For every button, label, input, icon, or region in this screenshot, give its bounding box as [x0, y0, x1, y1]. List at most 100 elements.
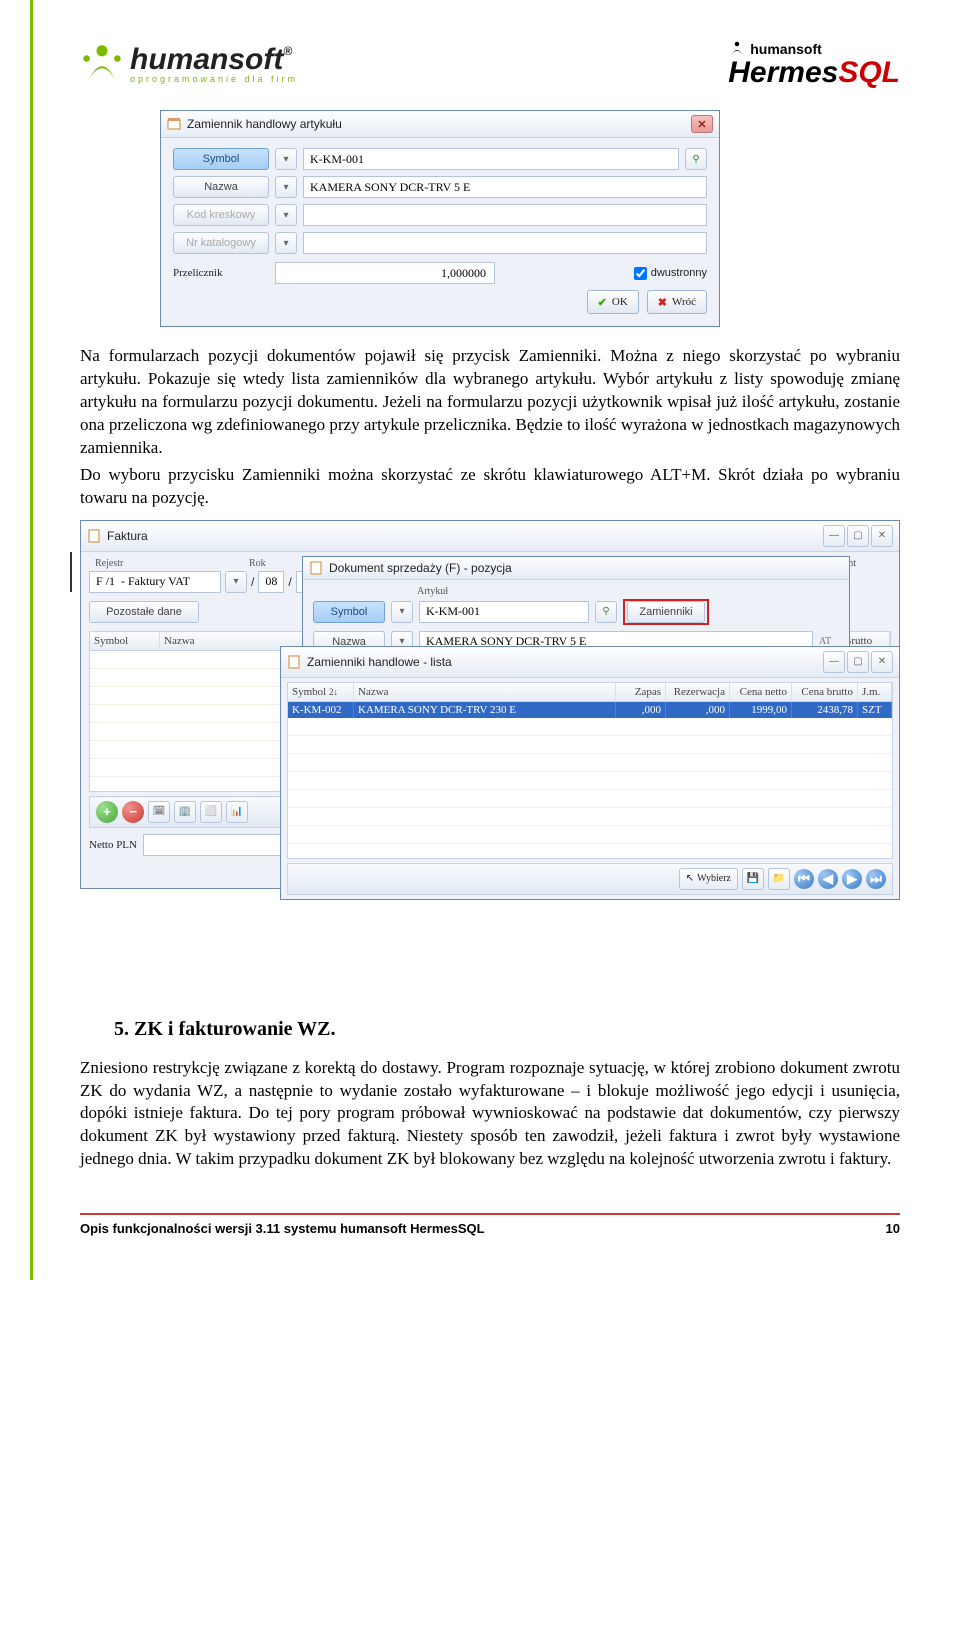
minimize-button[interactable]: — [823, 525, 845, 547]
remove-icon[interactable]: − [122, 801, 144, 823]
add-icon[interactable]: + [96, 801, 118, 823]
paragraph-2: Do wyboru przycisku Zamienniki można sko… [80, 464, 900, 510]
humansoft-logo: humansoft® oprogramowanie dla firm [80, 42, 298, 86]
screenshot-composite: Faktura — ▢ ✕ Rejestr Rok Numer Data Kli… [80, 516, 900, 976]
folder-icon[interactable]: 📁 [768, 868, 790, 890]
col-zapas[interactable]: Zapas [616, 683, 666, 701]
col-jm[interactable]: J.m. [858, 683, 892, 701]
dropdown-button[interactable]: ▾ [275, 176, 297, 198]
symbol-label-button[interactable]: Symbol [173, 148, 269, 170]
kod-field[interactable] [303, 204, 707, 226]
check-icon: ✔ [598, 296, 607, 309]
sort-icon: 2↓ [329, 687, 338, 697]
lookup-icon[interactable]: ⚲ [595, 601, 617, 623]
nav-next-icon[interactable]: ▶ [842, 869, 862, 889]
col-cena-netto[interactable]: Cena netto [730, 683, 792, 701]
lista-title: Zamienniki handlowe - lista [307, 655, 817, 669]
kod-label-button[interactable]: Kod kreskowy [173, 204, 269, 226]
cell-cn: 1999,00 [730, 702, 792, 718]
tool-icon[interactable]: 📊 [226, 801, 248, 823]
rok-field[interactable] [258, 571, 284, 593]
przelicznik-field[interactable] [275, 262, 495, 284]
cursor-icon: ↖ [686, 873, 694, 884]
zamiennik-dialog: Zamiennik handlowy artykułu ✕ Symbol ▾ ⚲… [160, 110, 720, 327]
section-5-body: Zniesiono restrykcję związane z korektą … [80, 1057, 900, 1172]
dialog-title: Zamiennik handlowy artykułu [187, 117, 685, 131]
symbol-label-button[interactable]: Symbol [313, 601, 385, 623]
dropdown-button[interactable]: ▾ [275, 148, 297, 170]
person-icon [80, 42, 124, 86]
nav-prev-icon[interactable]: ◀ [818, 869, 838, 889]
pozycja-title: Dokument sprzedaży (F) - pozycja [329, 561, 843, 575]
doc-icon [87, 529, 101, 543]
lookup-button[interactable]: ⚲ [685, 148, 707, 170]
minimize-button[interactable]: — [823, 651, 845, 673]
tool-icon[interactable]: 🗓 [148, 801, 170, 823]
ok-button[interactable]: ✔ OK [587, 290, 639, 314]
hermes-small-wordmark: humansoft [750, 41, 822, 57]
doc-icon [287, 655, 301, 669]
tool-icon[interactable]: ⬜ [200, 801, 222, 823]
faktura-title: Faktura [107, 529, 817, 543]
symbol-field[interactable] [303, 148, 679, 170]
close-button[interactable]: ✕ [871, 525, 893, 547]
col-nazwa[interactable]: Nazwa [354, 683, 616, 701]
humansoft-wordmark: humansoft [130, 43, 283, 76]
doc-icon [309, 561, 323, 575]
dropdown-button[interactable]: ▾ [275, 232, 297, 254]
zamienniki-highlight: Zamienniki [623, 599, 709, 625]
netto-label: Netto PLN [89, 839, 137, 851]
wybierz-button[interactable]: ↖Wybierz [679, 868, 738, 890]
footer-title: Opis funkcjonalności wersji 3.11 systemu… [80, 1221, 485, 1236]
nazwa-field[interactable] [303, 176, 707, 198]
rejestr-field[interactable] [89, 571, 221, 593]
cell-cb: 2438,78 [792, 702, 858, 718]
tool-icon[interactable]: 🏢 [174, 801, 196, 823]
dialog-icon [167, 117, 181, 131]
humansoft-tagline: oprogramowanie dla firm [130, 75, 298, 84]
wroc-label: Wróć [672, 296, 696, 308]
cell-nazwa: KAMERA SONY DCR-TRV 230 E [354, 702, 616, 718]
close-button[interactable]: ✕ [871, 651, 893, 673]
section-5-heading: 5. ZK i fakturowanie WZ. [114, 1018, 900, 1041]
dropdown-button[interactable]: ▾ [275, 204, 297, 226]
ok-label: OK [612, 296, 628, 308]
zamienniki-button[interactable]: Zamienniki [627, 601, 705, 623]
rejestr-label: Rejestr [89, 558, 221, 569]
wybierz-label: Wybierz [697, 873, 731, 884]
dwustronny-checkbox[interactable]: dwustronny [634, 267, 707, 280]
cell-symbol: K-KM-002 [288, 702, 354, 718]
cancel-icon: ✖ [658, 296, 667, 309]
nr-label-button[interactable]: Nr katalogowy [173, 232, 269, 254]
paragraph-1: Na formularzach pozycji dokumentów pojaw… [80, 345, 900, 460]
col-rezerw[interactable]: Rezerwacja [666, 683, 730, 701]
hermes-wordmark: Hermes [728, 56, 838, 89]
dropdown-icon[interactable]: ▾ [391, 601, 413, 623]
nav-first-icon[interactable]: ⏮ [794, 869, 814, 889]
symbol-field[interactable] [419, 601, 589, 623]
col-symbol: Symbol [90, 632, 160, 650]
close-button[interactable]: ✕ [691, 115, 713, 133]
col-cena-brutto[interactable]: Cena brutto [792, 683, 858, 701]
save-icon[interactable]: 💾 [742, 868, 764, 890]
wroc-button[interactable]: ✖ Wróć [647, 290, 707, 314]
hermes-logo: humansoft HermesSQL [728, 40, 900, 88]
col-symbol[interactable]: Symbol [292, 686, 326, 698]
lista-window: Zamienniki handlowe - lista — ▢ ✕ Symbol… [280, 646, 900, 900]
rok-label: Rok [249, 558, 275, 569]
maximize-button[interactable]: ▢ [847, 525, 869, 547]
maximize-button[interactable]: ▢ [847, 651, 869, 673]
table-row[interactable]: K-KM-002 KAMERA SONY DCR-TRV 230 E ,000 … [288, 702, 892, 718]
dropdown-icon[interactable]: ▾ [225, 571, 247, 593]
reg-mark: ® [283, 44, 292, 58]
cell-zapas: ,000 [616, 702, 666, 718]
artykul-label: Artykuł [417, 586, 839, 597]
page-number: 10 [886, 1221, 900, 1236]
sql-wordmark: SQL [838, 56, 900, 89]
nazwa-label-button[interactable]: Nazwa [173, 176, 269, 198]
pozostale-button[interactable]: Pozostałe dane [89, 601, 199, 623]
page-header: humansoft® oprogramowanie dla firm human… [80, 40, 900, 88]
nav-last-icon[interactable]: ⏭ [866, 869, 886, 889]
nr-field[interactable] [303, 232, 707, 254]
cell-jm: SZT [858, 702, 892, 718]
